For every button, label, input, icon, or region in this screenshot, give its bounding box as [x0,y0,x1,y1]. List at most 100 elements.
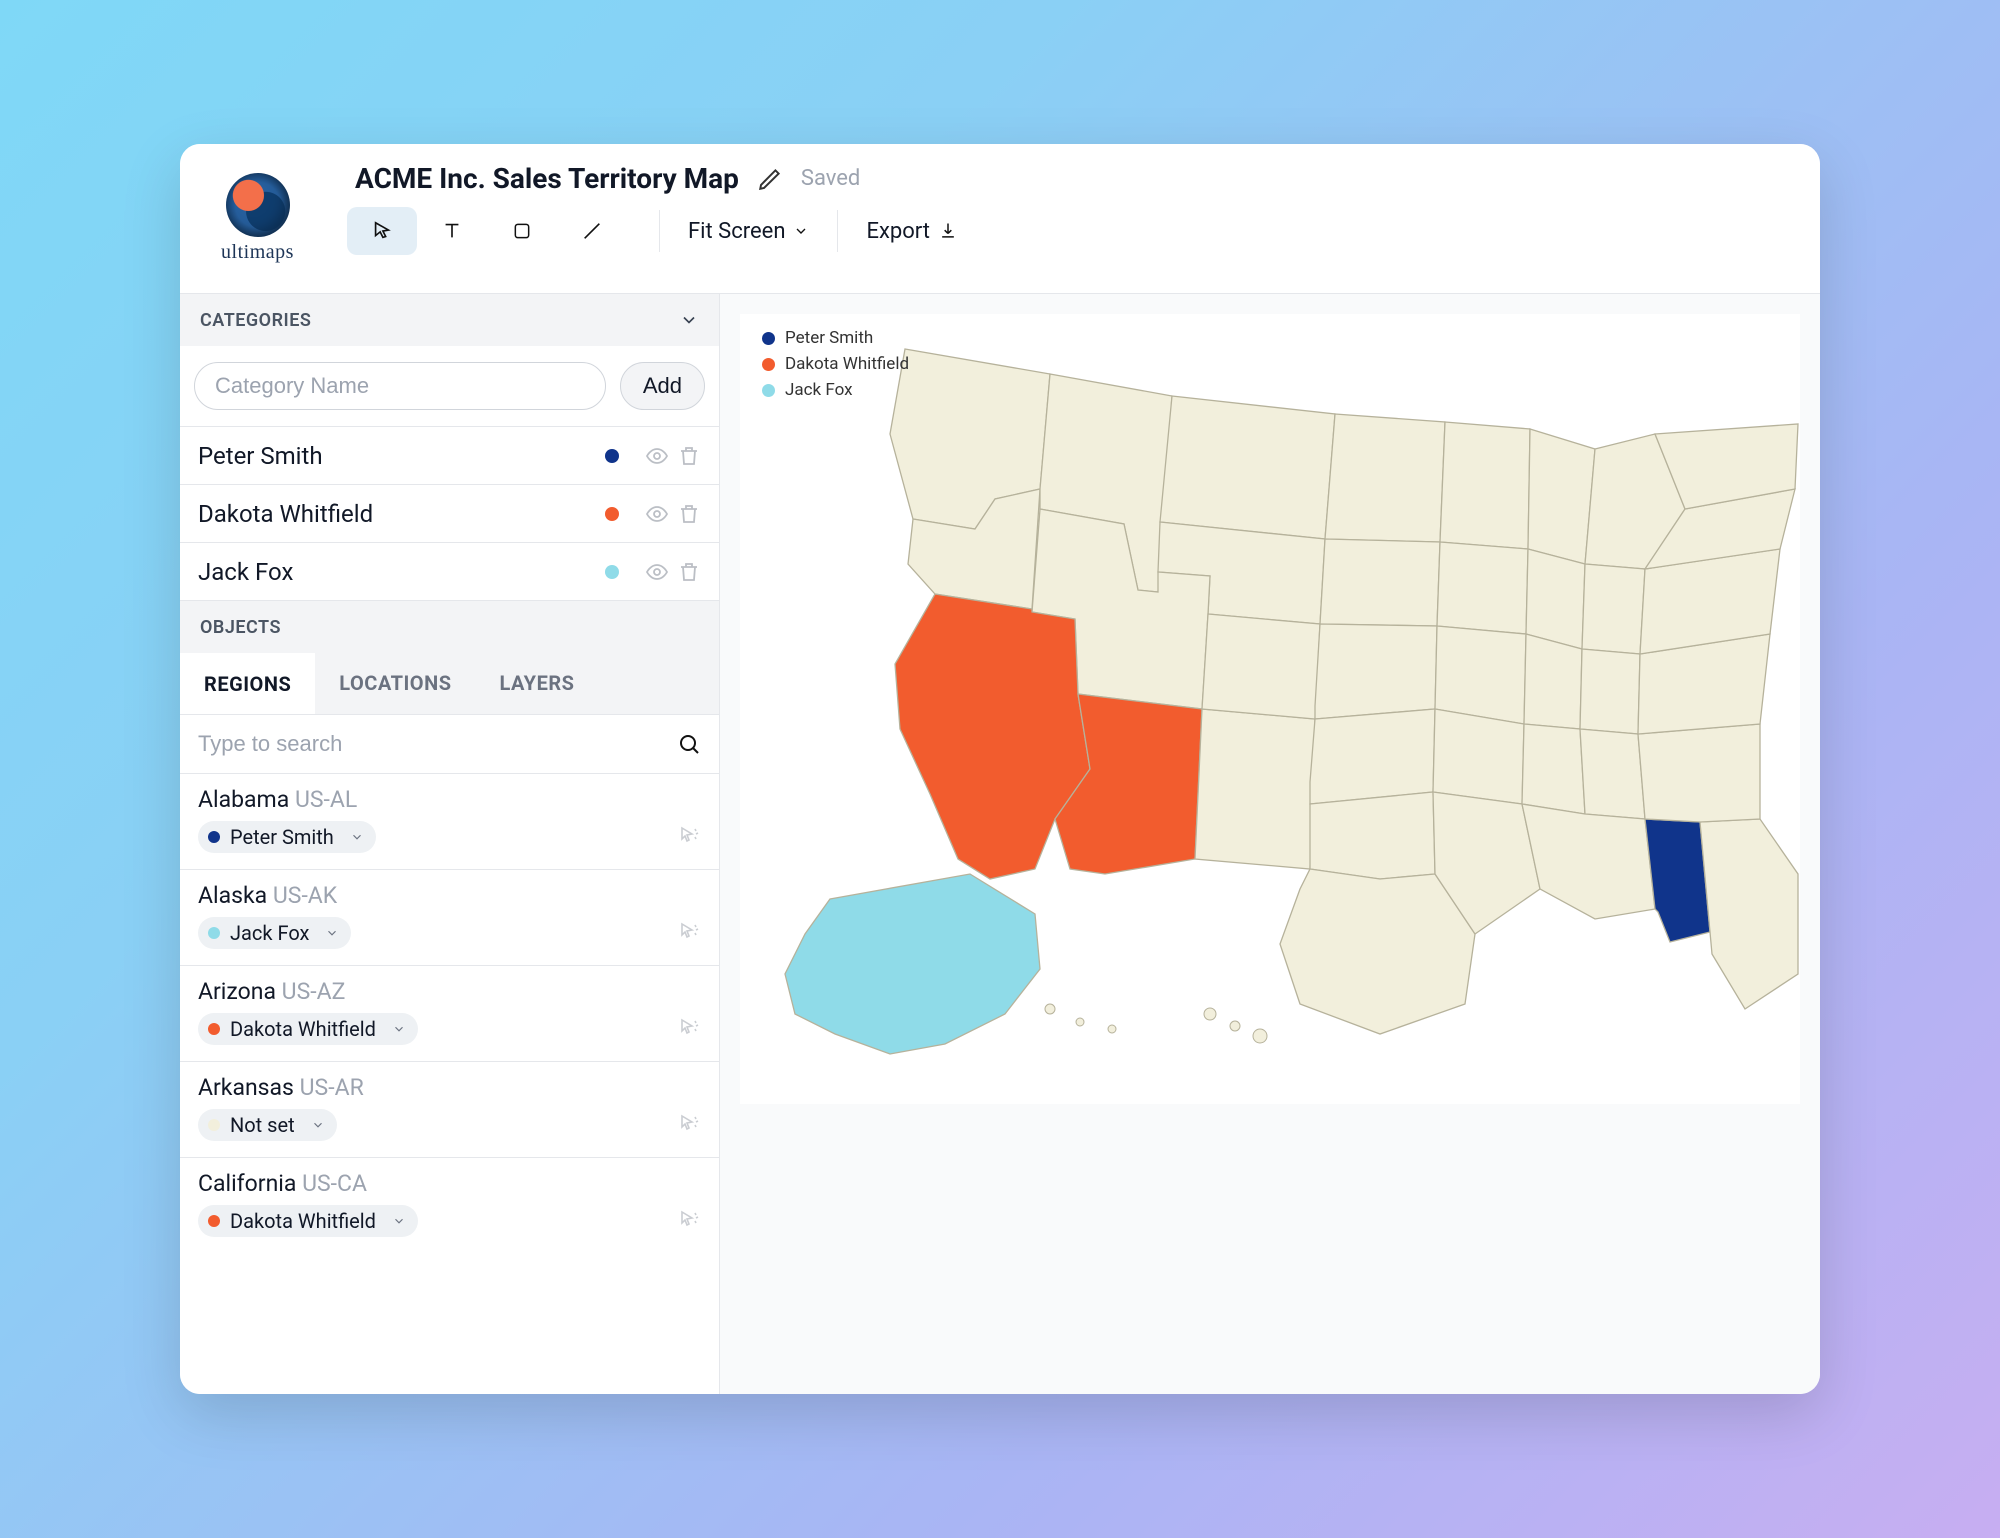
export-label: Export [866,219,930,244]
cursor-icon [371,220,393,242]
tool-group [347,207,645,255]
region-title: Alaska US-AK [198,882,701,909]
assignee-chip[interactable]: Dakota Whitfield [198,1205,418,1237]
select-tool[interactable] [347,207,417,255]
tab-layers[interactable]: LAYERS [476,653,599,714]
sidebar: CATEGORIES Add Peter Smith Dakota Whitfi… [180,294,720,1394]
brand-name: ultimaps [221,241,294,264]
tab-regions[interactable]: REGIONS [180,653,315,714]
categories-header[interactable]: CATEGORIES [180,294,719,346]
chevron-down-icon [350,830,364,844]
legend-swatch [762,358,775,371]
region-name: Arkansas [198,1074,294,1101]
highlight-on-map-icon[interactable] [677,1113,701,1137]
add-category-button[interactable]: Add [620,362,705,410]
region-title: Arkansas US-AR [198,1074,701,1101]
color-swatch [208,1215,220,1227]
edit-title-icon[interactable] [757,166,783,192]
chevron-down-icon [392,1022,406,1036]
legend-item: Peter Smith [762,328,909,348]
assignee-name: Peter Smith [230,825,334,849]
region-name: Alabama [198,786,289,813]
chevron-down-icon [311,1118,325,1132]
region-row[interactable]: Arkansas US-AR Not set [180,1061,719,1157]
assignee-chip[interactable]: Not set [198,1109,337,1141]
highlight-on-map-icon[interactable] [677,921,701,945]
export-button[interactable]: Export [852,211,972,252]
map-title: ACME Inc. Sales Territory Map [355,162,739,195]
assignee-chip[interactable]: Jack Fox [198,917,351,949]
legend-item: Jack Fox [762,380,909,400]
category-row[interactable]: Jack Fox [180,543,719,601]
region-name: Alaska [198,882,267,909]
chevron-down-icon [325,926,339,940]
delete-icon[interactable] [677,560,701,584]
legend-item: Dakota Whitfield [762,354,909,374]
tab-locations[interactable]: LOCATIONS [315,653,475,714]
titlebar: ultimaps ACME Inc. Sales Territory Map S… [180,144,1820,294]
region-name: Arizona [198,978,276,1005]
chevron-down-icon [392,1214,406,1228]
text-icon [441,220,463,242]
region-search-input[interactable] [198,731,665,757]
app-window: ultimaps ACME Inc. Sales Territory Map S… [180,144,1820,1394]
highlight-on-map-icon[interactable] [677,1017,701,1041]
globe-icon [226,173,290,237]
assignee-name: Dakota Whitfield [230,1017,376,1041]
chevron-down-icon [793,223,809,239]
visibility-icon[interactable] [645,560,669,584]
assignee-chip[interactable]: Dakota Whitfield [198,1013,418,1045]
legend-swatch [762,384,775,397]
category-row[interactable]: Dakota Whitfield [180,485,719,543]
region-row[interactable]: Alaska US-AK Jack Fox [180,869,719,965]
assignee-name: Jack Fox [230,921,309,945]
toolbar-separator [837,210,838,252]
delete-icon[interactable] [677,502,701,526]
region-row[interactable]: Alabama US-AL Peter Smith [180,773,719,869]
line-icon [581,220,603,242]
color-swatch [208,1023,220,1035]
text-tool[interactable] [417,207,487,255]
categories-header-label: CATEGORIES [200,310,311,331]
region-title: Alabama US-AL [198,786,701,813]
toolbar-separator [659,210,660,252]
assignee-name: Dakota Whitfield [230,1209,376,1233]
region-row[interactable]: California US-CA Dakota Whitfield [180,1157,719,1253]
delete-icon[interactable] [677,444,701,468]
region-code: US-AK [273,882,337,909]
visibility-icon[interactable] [645,502,669,526]
search-icon[interactable] [677,732,701,756]
us-map[interactable] [740,314,1800,1104]
color-swatch [208,1119,220,1131]
objects-header: OBJECTS [180,601,719,653]
map-canvas[interactable]: Peter Smith Dakota Whitfield Jack Fox [720,294,1820,1394]
color-swatch [605,565,619,579]
region-title: California US-CA [198,1170,701,1197]
region-row[interactable]: Arizona US-AZ Dakota Whitfield [180,965,719,1061]
legend-swatch [762,332,775,345]
map-frame: Peter Smith Dakota Whitfield Jack Fox [740,314,1800,1104]
download-icon [938,221,958,241]
highlight-on-map-icon[interactable] [677,1209,701,1233]
region-name: California [198,1170,296,1197]
shape-tool[interactable] [487,207,557,255]
fit-screen-button[interactable]: Fit Screen [674,211,823,252]
category-name-input[interactable] [194,362,606,410]
assignee-name: Not set [230,1113,295,1137]
color-swatch [208,927,220,939]
visibility-icon[interactable] [645,444,669,468]
category-name: Dakota Whitfield [198,500,605,528]
region-code: US-AL [295,786,357,813]
category-row[interactable]: Peter Smith [180,427,719,485]
fit-screen-label: Fit Screen [688,219,785,244]
square-icon [512,221,532,241]
assignee-chip[interactable]: Peter Smith [198,821,376,853]
line-tool[interactable] [557,207,627,255]
highlight-on-map-icon[interactable] [677,825,701,849]
objects-tabs: REGIONS LOCATIONS LAYERS [180,653,719,715]
map-legend: Peter Smith Dakota Whitfield Jack Fox [762,328,909,400]
region-code: US-AZ [282,978,346,1005]
region-code: US-CA [302,1170,367,1197]
region-title: Arizona US-AZ [198,978,701,1005]
color-swatch [208,831,220,843]
